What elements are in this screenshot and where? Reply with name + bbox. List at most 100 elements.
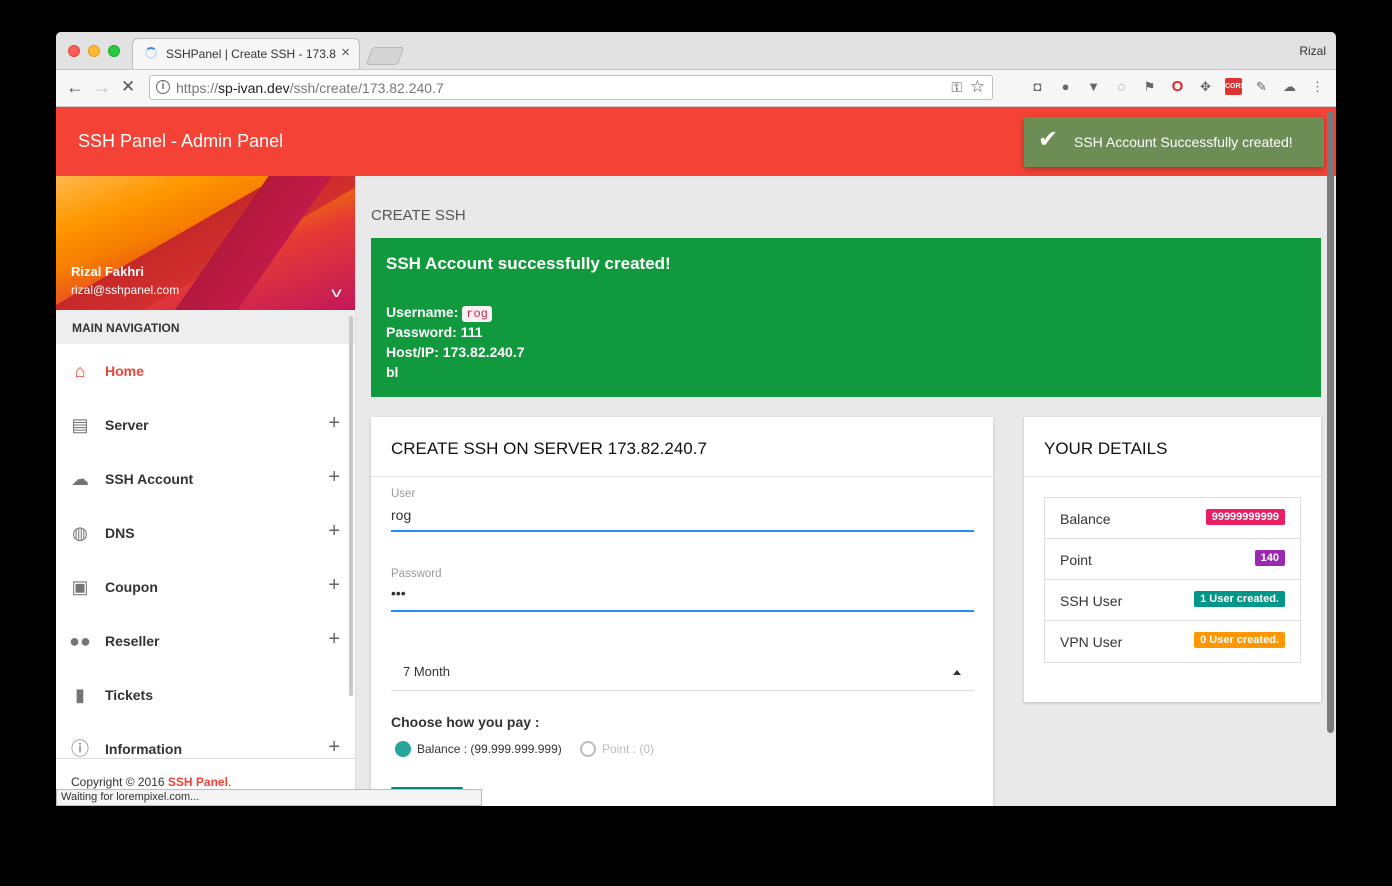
- page-title: CREATE SSH: [371, 207, 466, 224]
- user-input-underline: [391, 530, 974, 532]
- sidebar-item-label: DNS: [105, 525, 135, 541]
- page-scrollbar[interactable]: [1327, 111, 1334, 733]
- copyright-brand-link[interactable]: SSH Panel: [168, 775, 228, 789]
- sidebar-item-label: Reseller: [105, 633, 160, 649]
- pay-balance-label[interactable]: Balance : (99.999.999.999): [417, 742, 562, 756]
- sidebar-item-coupon[interactable]: ▣ Coupon +: [56, 560, 355, 614]
- ssh-user-badge: 1 User created.: [1194, 591, 1285, 607]
- pay-point-label[interactable]: Point : (0): [602, 742, 654, 756]
- sidebar-item-server[interactable]: ▤ Server +: [56, 398, 355, 452]
- web-page: SSH Panel - Admin Panel ✔ SSH Account Su…: [56, 107, 1336, 806]
- pay-point-radio[interactable]: [580, 741, 596, 757]
- sidebar-item-tickets[interactable]: ▮ Tickets: [56, 668, 355, 722]
- feedback-icon: ▮: [75, 685, 85, 705]
- cloud-icon: ☁: [71, 469, 89, 489]
- alert-extra: bl: [386, 364, 399, 380]
- nav-header-label: MAIN NAVIGATION: [72, 321, 180, 335]
- card-giftcard-icon: ▣: [71, 577, 89, 597]
- your-details-card: YOUR DETAILS Balance 99999999999 Point 1…: [1024, 417, 1321, 702]
- duration-select[interactable]: 7 Month: [403, 664, 450, 679]
- key-icon[interactable]: ⚿: [951, 79, 962, 96]
- detail-label: SSH User: [1060, 593, 1123, 609]
- expand-plus-icon[interactable]: +: [328, 412, 340, 435]
- detail-row-vpn-user: VPN User 0 User created.: [1045, 621, 1300, 662]
- user-input[interactable]: rog: [391, 507, 411, 523]
- sidebar-item-label: Coupon: [105, 579, 158, 595]
- detail-label: Point: [1060, 552, 1092, 568]
- people-icon: ●●: [69, 631, 91, 651]
- flag-extension-icon[interactable]: ⚑: [1141, 78, 1158, 95]
- detail-row-balance: Balance 99999999999: [1045, 498, 1300, 539]
- browser-status-bar: Waiting for lorempixel.com...: [56, 789, 482, 806]
- balance-badge: 99999999999: [1205, 509, 1285, 525]
- detail-row-point: Point 140: [1045, 539, 1300, 580]
- detail-label: Balance: [1060, 511, 1111, 527]
- sidebar-item-label: SSH Account: [105, 471, 194, 487]
- user-email: rizal@sshpanel.com: [71, 283, 180, 297]
- move-icon[interactable]: ✥: [1197, 78, 1214, 95]
- create-ssh-card: CREATE SSH ON SERVER 173.82.240.7 User r…: [371, 417, 993, 806]
- cors-icon[interactable]: CORS: [1225, 78, 1245, 95]
- app-brand[interactable]: SSH Panel - Admin Panel: [78, 131, 283, 152]
- your-details-title: YOUR DETAILS: [1044, 439, 1168, 458]
- url-text[interactable]: https://sp-ivan.dev/ssh/create/173.82.24…: [176, 80, 444, 96]
- sidebar-item-reseller[interactable]: ●● Reseller +: [56, 614, 355, 668]
- expand-plus-icon[interactable]: +: [328, 736, 340, 759]
- tab-strip: SSHPanel | Create SSH - 173.82.240.7 × R…: [56, 32, 1336, 70]
- site-info-icon[interactable]: i: [156, 80, 170, 94]
- expand-plus-icon[interactable]: +: [328, 520, 340, 543]
- new-tab-button[interactable]: [365, 47, 405, 65]
- window-maximize-button[interactable]: [108, 45, 120, 57]
- point-badge: 140: [1254, 550, 1285, 566]
- sidebar-item-label: Information: [105, 741, 182, 757]
- expand-plus-icon[interactable]: +: [328, 466, 340, 489]
- vue-devtools-icon[interactable]: ▼: [1085, 78, 1102, 95]
- bookmark-star-icon[interactable]: ☆: [970, 77, 985, 97]
- alert-heading: SSH Account successfully created!: [386, 254, 671, 273]
- caret-up-icon[interactable]: [953, 670, 961, 675]
- loading-spinner-icon: [145, 47, 157, 59]
- card-divider: [371, 476, 993, 477]
- password-input[interactable]: •••: [391, 585, 406, 601]
- address-bar[interactable]: i https://sp-ivan.dev/ssh/create/173.82.…: [149, 75, 993, 100]
- alert-password: Password: 111: [386, 324, 483, 340]
- success-toast[interactable]: ✔ SSH Account Successfully created!: [1024, 117, 1324, 167]
- chevron-down-icon[interactable]: v: [331, 284, 342, 300]
- window-close-button[interactable]: [68, 45, 80, 57]
- browser-menu-icon[interactable]: ⋮: [1309, 78, 1326, 95]
- sidebar-item-dns[interactable]: ◍ DNS +: [56, 506, 355, 560]
- back-arrow-icon[interactable]: ←: [66, 77, 84, 97]
- toast-message: SSH Account Successfully created!: [1074, 134, 1293, 150]
- status-text: Waiting for lorempixel.com...: [61, 791, 200, 803]
- sidebar-item-home[interactable]: ⌂ Home: [56, 344, 355, 398]
- alert-username-value: rog: [462, 306, 492, 322]
- create-ssh-title: CREATE SSH ON SERVER 173.82.240.7: [391, 439, 707, 458]
- tab-close-icon[interactable]: ×: [341, 45, 350, 61]
- browser-tab[interactable]: SSHPanel | Create SSH - 173.82.240.7 ×: [132, 38, 360, 69]
- expand-plus-icon[interactable]: +: [328, 628, 340, 651]
- expand-plus-icon[interactable]: +: [328, 574, 340, 597]
- circle-extension-icon[interactable]: ◌: [1113, 78, 1130, 95]
- alert-username-label: Username:: [386, 304, 463, 320]
- sidebar-scrollbar[interactable]: [349, 316, 353, 696]
- alert-username: Username: rog: [386, 304, 492, 322]
- password-input-underline: [391, 610, 974, 612]
- sidebar-item-ssh-account[interactable]: ☁ SSH Account +: [56, 452, 355, 506]
- pocket-icon[interactable]: ◘: [1029, 78, 1046, 95]
- browser-toolbar: ← → ✕ i https://sp-ivan.dev/ssh/create/1…: [56, 70, 1336, 107]
- window-minimize-button[interactable]: [88, 45, 100, 57]
- cookie-icon[interactable]: ●: [1057, 78, 1074, 95]
- eyedropper-icon[interactable]: ✎: [1253, 78, 1270, 95]
- detail-label: VPN User: [1060, 634, 1123, 650]
- vpn-user-badge: 0 User created.: [1194, 632, 1285, 648]
- pay-balance-radio[interactable]: [395, 741, 411, 757]
- card-divider: [1024, 476, 1321, 477]
- profile-name[interactable]: Rizal: [1299, 44, 1326, 58]
- browser-window: SSHPanel | Create SSH - 173.82.240.7 × R…: [56, 32, 1336, 806]
- tab-title: SSHPanel | Create SSH - 173.82.240.7: [166, 47, 336, 61]
- stop-loading-icon[interactable]: ✕: [121, 77, 135, 97]
- opera-icon[interactable]: O: [1169, 78, 1186, 95]
- home-icon: ⌂: [74, 361, 86, 381]
- drive-icon[interactable]: ☁: [1281, 78, 1298, 95]
- forward-arrow-icon[interactable]: →: [93, 77, 111, 97]
